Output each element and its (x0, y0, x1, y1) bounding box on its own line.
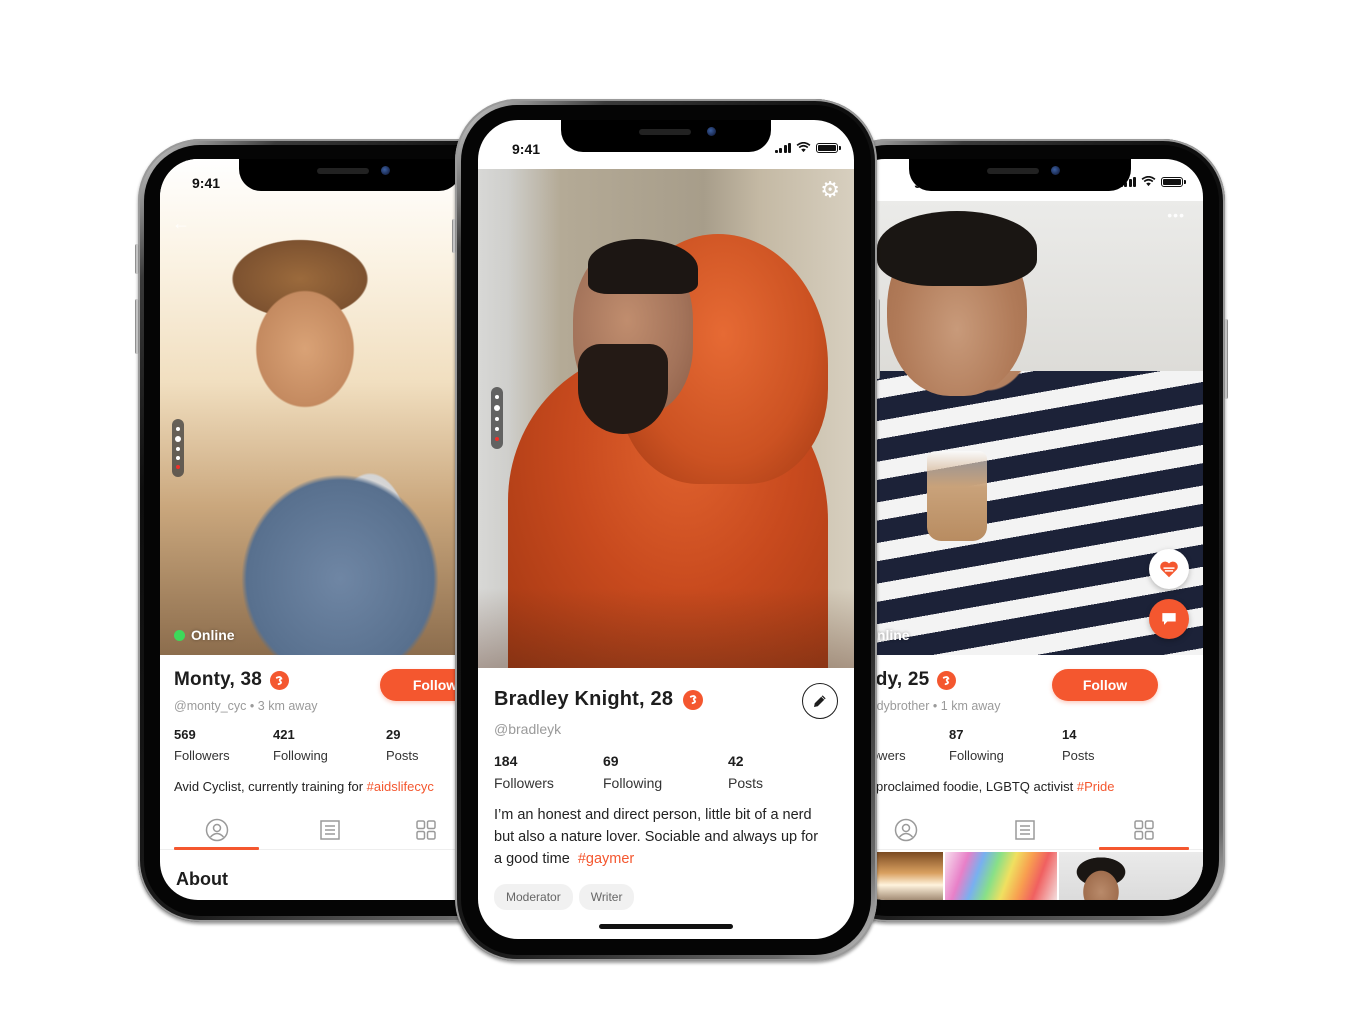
battery-icon (1161, 176, 1186, 187)
notch (909, 159, 1131, 191)
notch (561, 120, 771, 152)
bio-hashtag-link[interactable]: #aidslifecyc (367, 779, 434, 794)
stat-posts[interactable]: 29 Posts (386, 727, 419, 763)
profile-handle: @bradleyk (494, 721, 562, 737)
status-time: 9:41 (192, 175, 221, 191)
verified-badge-icon (270, 670, 290, 690)
bio-hashtag-link[interactable]: #gaymer (578, 851, 634, 867)
pencil-icon (814, 695, 826, 707)
role-chips: Moderator Writer (494, 884, 838, 911)
pager-dot[interactable] (176, 456, 180, 461)
profile-bio: Avid Cyclist, currently training for #ai… (174, 779, 434, 794)
side-button (135, 244, 139, 274)
chip-moderator[interactable]: Moderator (494, 884, 573, 911)
photo-grid (847, 852, 1203, 900)
screen-bradley: 9:41 ⚙ Bradley Knight, 28 @bradleyk 184 … (478, 120, 854, 939)
stat-following[interactable]: 69 Following (603, 753, 728, 791)
section-title-about: About (176, 869, 228, 889)
profile-handle: @monty_cyc (174, 699, 247, 713)
profile-name: Bradley Knight, 28 (494, 688, 674, 710)
heart-icon (1160, 561, 1178, 578)
profile-icon (895, 818, 918, 841)
list-icon (1015, 819, 1035, 840)
pager-dot[interactable] (176, 426, 180, 431)
side-button (876, 299, 880, 379)
grid-photo[interactable] (1059, 852, 1203, 900)
wifi-icon (1141, 176, 1156, 187)
photo-pager[interactable] (172, 419, 184, 477)
tab-grid[interactable] (386, 810, 446, 849)
screen-andy: 9:41 ← ••• Online (847, 159, 1203, 900)
bio-hashtag-link[interactable]: #Pride (1077, 779, 1115, 794)
phone-right: 9:41 ← ••• Online (825, 139, 1228, 922)
verified-badge-icon (683, 689, 704, 710)
pager-dot[interactable] (495, 427, 499, 431)
home-indicator[interactable] (599, 924, 733, 929)
profile-handle-row: @monty_cyc • 3 km away (174, 699, 318, 713)
profile-photo[interactable]: ← ••• Online (847, 201, 1203, 655)
profile-tabs (847, 810, 1203, 850)
side-button (135, 299, 139, 354)
tab-about[interactable] (160, 810, 273, 850)
grid-photo[interactable] (945, 852, 1057, 900)
settings-gear-icon[interactable]: ⚙ (820, 179, 840, 201)
phone-center: 9:41 ⚙ Bradley Knight, 28 @bradleyk 184 … (452, 99, 880, 961)
tab-posts-list[interactable] (273, 810, 386, 849)
pager-dot[interactable] (495, 417, 499, 421)
signal-icon (774, 142, 791, 153)
pager-dot[interactable] (176, 446, 180, 451)
edit-profile-button[interactable] (802, 683, 838, 719)
stat-posts[interactable]: 42 Posts (728, 753, 763, 791)
wifi-icon (796, 142, 811, 153)
profile-stats: 184 Followers 69 Following 42 Posts (494, 753, 838, 791)
stat-followers[interactable]: 569 Followers (174, 727, 273, 763)
profile-bio: I’m an honest and direct person, little … (494, 807, 819, 867)
stat-following[interactable]: 87 Following (949, 727, 1062, 763)
profile-distance: 3 km away (257, 699, 318, 713)
more-dots-icon[interactable]: ••• (1167, 207, 1185, 223)
side-button (452, 219, 456, 253)
side-button (1224, 319, 1228, 399)
tab-posts-list[interactable] (966, 810, 1085, 849)
pager-dot[interactable] (175, 435, 181, 442)
pager-dot-active[interactable] (495, 437, 499, 441)
chip-writer[interactable]: Writer (578, 884, 635, 911)
message-button[interactable] (1149, 599, 1189, 639)
profile-photo[interactable]: ⚙ (478, 169, 854, 668)
profile-info: Bradley Knight, 28 @bradleyk 184 Follower… (478, 688, 854, 911)
tab-grid[interactable] (1084, 810, 1203, 850)
back-arrow-icon[interactable]: ← (172, 213, 190, 234)
status-time: 9:41 (512, 141, 541, 157)
photo-pager[interactable] (491, 387, 503, 449)
profile-handle-row: @andybrother • 1 km away (850, 699, 1001, 713)
profile-name: Monty, 38 (174, 669, 263, 690)
verified-badge-icon (937, 670, 957, 690)
grid-icon (416, 819, 436, 840)
stat-followers[interactable]: 184Followers (494, 753, 603, 791)
profile-stats: 184Followers 87Following 14Posts (850, 727, 1189, 763)
stat-following[interactable]: 421 Following (273, 727, 386, 763)
chat-bubble-icon (1162, 613, 1176, 625)
grid-icon (1133, 819, 1154, 840)
stat-posts[interactable]: 14 Posts (1062, 727, 1095, 763)
pager-dot-active[interactable] (176, 465, 180, 470)
battery-icon (816, 142, 841, 153)
profile-bio: Self proclaimed foodie, LGBTQ activist #… (850, 779, 1115, 794)
online-dot-icon (174, 629, 185, 641)
pager-dot[interactable] (495, 395, 499, 399)
notch (239, 159, 461, 191)
profile-stats: 569 Followers 421 Following 29 Posts (174, 727, 502, 763)
pager-dot[interactable] (494, 405, 500, 411)
like-button[interactable] (1149, 549, 1189, 589)
profile-icon (205, 818, 228, 841)
online-status: Online (174, 627, 235, 643)
follow-button[interactable]: Follow (1052, 669, 1158, 701)
profile-distance: 1 km away (940, 699, 1001, 713)
list-icon (319, 819, 340, 840)
